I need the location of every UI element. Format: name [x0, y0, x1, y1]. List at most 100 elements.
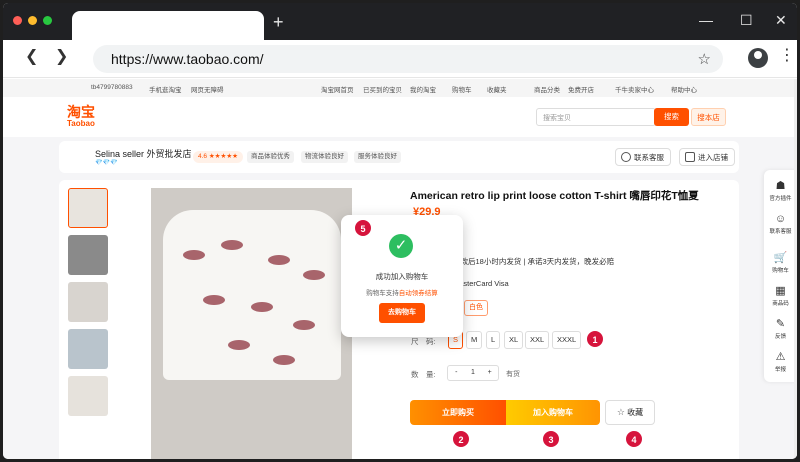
thumbnail-1[interactable]: [68, 188, 108, 228]
size-option-xxxl[interactable]: XXXL: [552, 331, 582, 349]
size-option-m[interactable]: M: [466, 331, 483, 349]
thumbnail-4[interactable]: [68, 329, 108, 369]
size-option-xxl[interactable]: XXL: [525, 331, 550, 349]
nav-category[interactable]: 商品分类: [534, 84, 560, 94]
tool-feedback[interactable]: ✎ 反馈: [764, 318, 797, 340]
favorite-button[interactable]: ☆ 收藏: [605, 400, 655, 425]
qrcode-icon: ▦: [775, 285, 786, 297]
tool-report[interactable]: ⚠ 举报: [764, 351, 797, 373]
minimize-icon[interactable]: —: [699, 13, 713, 27]
nav-username[interactable]: tb4799780883: [91, 84, 133, 91]
qty-input[interactable]: 1: [465, 366, 482, 380]
shipping-info: 付款后18小时内发货 | 承诺3天内发货，晚发必赔: [453, 257, 615, 266]
logo-cn: 淘宝: [67, 104, 95, 120]
nav-mobile[interactable]: 手机逛淘宝: [149, 84, 182, 94]
search-input[interactable]: 搜索宝贝: [536, 108, 656, 126]
feedback-icon: ✎: [775, 318, 786, 330]
tool-service[interactable]: ☺ 联系客服: [764, 213, 797, 235]
shop-tag-logistics: 物流体验良好: [301, 151, 348, 163]
step-badge-2: 2: [452, 430, 470, 448]
tool-cart[interactable]: 🛒 购物车: [764, 252, 797, 274]
buy-now-button[interactable]: 立即购买: [410, 400, 506, 425]
tshirt-shape: [163, 210, 341, 380]
url-text[interactable]: https://www.taobao.com/: [111, 51, 264, 67]
nav-mytaobao[interactable]: 我的淘宝: [410, 84, 436, 94]
page-scrollbar[interactable]: [794, 79, 797, 459]
qty-plus-button[interactable]: +: [481, 366, 498, 380]
lip-print: [183, 250, 205, 260]
nav-help[interactable]: 帮助中心: [671, 84, 697, 94]
size-option-xl[interactable]: XL: [504, 331, 524, 349]
go-to-cart-button[interactable]: 去购物车: [379, 303, 425, 323]
quantity-label: 数 量:: [411, 370, 436, 379]
close-window-icon[interactable]: ✕: [775, 13, 787, 27]
size-option-l[interactable]: L: [486, 331, 501, 349]
color-option-white[interactable]: 白色: [464, 300, 488, 316]
tool-label: 举报: [774, 367, 786, 373]
stock-status: 有货: [506, 371, 520, 378]
maximize-icon[interactable]: ☐: [740, 13, 753, 27]
nav-accessibility[interactable]: 网页无障碍: [191, 84, 224, 94]
cart-icon: 🛒: [773, 252, 788, 264]
product-title: American retro lip print loose cotton T-…: [410, 190, 699, 202]
shop-icon: [685, 152, 695, 162]
bookmark-star-icon[interactable]: ☆: [698, 50, 711, 68]
tool-label: 联系客服: [769, 229, 792, 235]
active-tab[interactable]: [72, 11, 264, 40]
nav-home[interactable]: 淘宝网首页: [321, 84, 354, 94]
enter-shop-button[interactable]: 进入店铺: [679, 148, 735, 166]
browser-window: + — ☐ ✕ ❮ ❯ https://www.taobao.com/ ☆ ⋮ …: [0, 0, 800, 462]
minimize-dot-icon[interactable]: [28, 16, 37, 25]
side-toolbar: ☗ 官方插件 ☺ 联系客服 🛒 购物车 ▦ 商品码 ✎ 反馈 ⚠ 举报: [764, 170, 797, 382]
back-arrow-icon[interactable]: ❮: [25, 49, 38, 65]
report-icon: ⚠: [775, 351, 786, 363]
maximize-dot-icon[interactable]: [43, 16, 52, 25]
add-to-cart-button[interactable]: 加入购物车: [506, 400, 600, 425]
browser-toolbar: ❮ ❯ https://www.taobao.com/ ☆ ⋮: [3, 40, 797, 78]
nav-bought[interactable]: 已买到的宝贝: [363, 84, 402, 94]
headset-icon: [621, 152, 631, 162]
profile-avatar-icon[interactable]: [748, 48, 768, 68]
search-shop-button[interactable]: 搜本店: [691, 108, 726, 126]
site-nav: tb4799780883 手机逛淘宝 网页无障碍 淘宝网首页 已买到的宝贝 我的…: [3, 79, 797, 97]
lip-print: [203, 295, 225, 305]
new-tab-icon[interactable]: +: [273, 13, 284, 31]
nav-cart[interactable]: 购物车: [452, 84, 472, 94]
address-bar[interactable]: https://www.taobao.com/ ☆: [93, 45, 723, 73]
tool-label: 官方插件: [769, 196, 792, 202]
thumbnail-3[interactable]: [68, 282, 108, 322]
shop-tag-product: 商品体验优秀: [247, 151, 294, 163]
lip-print: [251, 302, 273, 312]
lip-print: [273, 355, 295, 365]
lip-print: [228, 340, 250, 350]
close-dot-icon[interactable]: [13, 16, 22, 25]
nav-seller-center[interactable]: 千牛卖家中心: [615, 84, 654, 94]
popup-subtitle: 购物车支持自动领券结算: [341, 287, 463, 297]
tool-plugin[interactable]: ☗ 官方插件: [764, 180, 797, 202]
tool-qrcode[interactable]: ▦ 商品码: [764, 285, 797, 307]
popup-sub-prefix: 购物车支持: [366, 290, 399, 297]
main-product-image[interactable]: [151, 188, 352, 459]
nav-favorites[interactable]: 收藏夹: [487, 84, 507, 94]
step-badge-3: 3: [542, 430, 560, 448]
favorite-label: 收藏: [627, 408, 644, 417]
contact-service-button[interactable]: 联系客服: [615, 148, 671, 166]
qty-minus-button[interactable]: -: [448, 366, 465, 380]
nav-free-shop[interactable]: 免费开店: [568, 84, 594, 94]
site-header: 淘宝 Taobao 搜索宝贝 搜索 搜本店: [3, 97, 797, 137]
tool-label: 购物车: [772, 268, 789, 274]
window-controls-mac: [13, 16, 52, 25]
search-button[interactable]: 搜索: [654, 108, 689, 126]
shop-rating: 4.6 ★★★★★: [193, 151, 243, 163]
thumbnail-2[interactable]: [68, 235, 108, 275]
forward-arrow-icon[interactable]: ❯: [55, 49, 68, 65]
lip-print: [268, 255, 290, 265]
thumbnail-5[interactable]: [68, 376, 108, 416]
success-check-icon: ✓: [389, 234, 413, 258]
menu-kebab-icon[interactable]: ⋮: [779, 48, 795, 64]
lip-print: [293, 320, 315, 330]
taobao-logo[interactable]: 淘宝 Taobao: [67, 105, 95, 128]
enter-shop-label: 进入店铺: [698, 153, 728, 162]
quantity-stepper: - 1 +: [447, 365, 499, 381]
plugin-icon: ☗: [775, 180, 786, 192]
